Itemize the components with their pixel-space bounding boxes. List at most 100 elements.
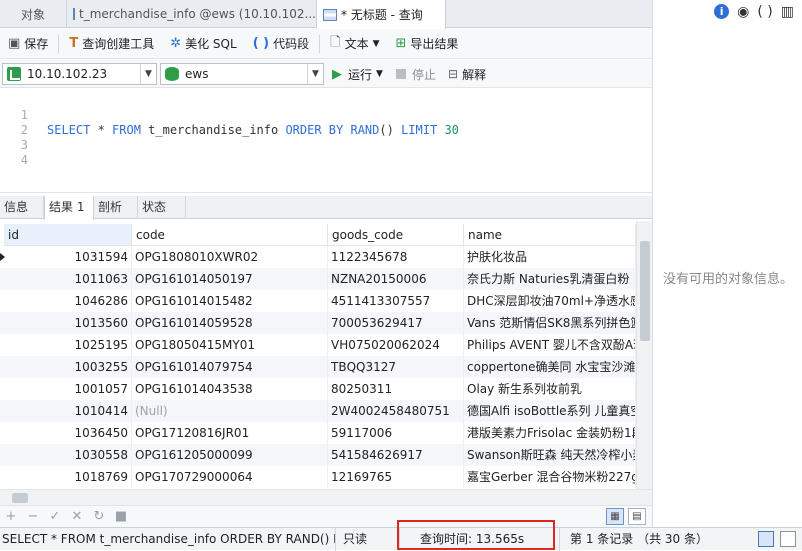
- table-row[interactable]: 1003255 OPG161014079754 TBQQ3127 coppertone…: [0, 356, 636, 378]
- tab-profile[interactable]: 剖析: [94, 196, 138, 219]
- sql-editor[interactable]: 1 SELECT * FROM t_merchandise_info ORDER…: [0, 89, 652, 193]
- beautify-sql-button[interactable]: ✲ 美化 SQL: [162, 35, 244, 52]
- cell-id[interactable]: 1046286: [4, 290, 132, 312]
- cell-code[interactable]: OPG161014059528: [132, 312, 328, 334]
- query-builder-button[interactable]: T 查询创建工具: [61, 35, 162, 52]
- stop-button[interactable]: 停止: [396, 63, 436, 85]
- cell-code[interactable]: OPG170729000064: [132, 466, 328, 488]
- add-record-icon[interactable]: +: [0, 509, 22, 524]
- panel-left-icon[interactable]: [758, 531, 774, 547]
- cell-id[interactable]: 1036450: [4, 422, 132, 444]
- cell-name[interactable]: 港版美素力Frisolac 金装奶粉1段: [464, 422, 636, 444]
- table-row[interactable]: 1018769 OPG170729000064 12169765 嘉宝Gerber 混…: [0, 466, 636, 488]
- tab-table-view[interactable]: t_merchandise_info @ews (10.10.102...: [66, 0, 316, 28]
- cell-goods-code[interactable]: 12169765: [328, 466, 464, 488]
- vertical-scrollbar[interactable]: [636, 221, 652, 489]
- cell-id[interactable]: 1030558: [4, 444, 132, 466]
- column-header-id[interactable]: id: [4, 224, 132, 246]
- result-grid: id code goods_code name 1031594 OPG180801…: [0, 221, 636, 489]
- column-header-name[interactable]: name: [464, 224, 636, 246]
- cell-name[interactable]: 护肤化妆品: [464, 246, 636, 268]
- refresh-icon[interactable]: ↻: [88, 509, 110, 524]
- tab-query[interactable]: * 无标题 - 查询: [316, 0, 446, 29]
- table-row[interactable]: 1025195 OPG18050415MY01 VH075020062024 Phil…: [0, 334, 636, 356]
- info-icon[interactable]: i: [714, 4, 730, 19]
- tab-result-1[interactable]: 结果 1: [44, 196, 94, 220]
- cell-goods-code[interactable]: 4511413307557: [328, 290, 464, 312]
- cell-name[interactable]: Philips AVENT 婴儿不含双酚A玻: [464, 334, 636, 356]
- layout-icon[interactable]: ▥: [781, 4, 794, 20]
- cell-goods-code[interactable]: 700053629417: [328, 312, 464, 334]
- text-button[interactable]: 🗋 文本 ▼: [322, 33, 387, 55]
- cell-name[interactable]: Vans 范斯情侣SK8黑系列拼色篮: [464, 312, 636, 334]
- cell-id[interactable]: 1018769: [4, 466, 132, 488]
- run-button[interactable]: ▶ 运行 ▼: [332, 63, 383, 85]
- cell-name[interactable]: 嘉宝Gerber 混合谷物米粉227g: [464, 466, 636, 488]
- tab-info[interactable]: 信息: [0, 196, 44, 219]
- horizontal-scroll-thumb[interactable]: [12, 493, 28, 503]
- cell-name[interactable]: 奈氏力斯 Naturies乳清蛋白粉: [464, 268, 636, 290]
- line-number: 4: [20, 153, 28, 167]
- cell-id[interactable]: 1003255: [4, 356, 132, 378]
- code-snippet-button[interactable]: ( ) 代码段: [245, 35, 317, 52]
- discard-icon[interactable]: ✕: [66, 509, 88, 524]
- highlight-annotation: [397, 520, 555, 550]
- panel-right-icon[interactable]: [780, 531, 796, 547]
- cell-code[interactable]: OPG17120816JR01: [132, 422, 328, 444]
- table-row[interactable]: 1030558 OPG161205000099 541584626917 Swanso…: [0, 444, 636, 466]
- export-results-button[interactable]: ⊞ 导出结果: [388, 35, 467, 52]
- cell-id[interactable]: 1031594: [4, 246, 132, 268]
- cell-code[interactable]: OPG161014050197: [132, 268, 328, 290]
- cell-id[interactable]: 1001057: [4, 378, 132, 400]
- cell-goods-code[interactable]: 1122345678: [328, 246, 464, 268]
- table-row[interactable]: 1001057 OPG161014043538 80250311 Olay 新生系列妆…: [0, 378, 636, 400]
- cell-name[interactable]: Swanson斯旺森 纯天然冷榨小麦: [464, 444, 636, 466]
- table-row[interactable]: 1013560 OPG161014059528 700053629417 Vans 范…: [0, 312, 636, 334]
- apply-icon[interactable]: ✓: [44, 509, 66, 524]
- cell-goods-code[interactable]: 2W4002458480751: [328, 400, 464, 422]
- cell-goods-code[interactable]: TBQQ3127: [328, 356, 464, 378]
- cell-code[interactable]: (Null): [132, 400, 328, 422]
- grid-view-icon[interactable]: ▦: [606, 508, 624, 525]
- cell-goods-code[interactable]: 80250311: [328, 378, 464, 400]
- column-header-goods-code[interactable]: goods_code: [328, 224, 464, 246]
- table-row[interactable]: 1046286 OPG161014015482 4511413307557 DHC深层…: [0, 290, 636, 312]
- cell-name[interactable]: coppertone确美同 水宝宝沙滩: [464, 356, 636, 378]
- cell-code[interactable]: OPG1808010XWR02: [132, 246, 328, 268]
- cell-id[interactable]: 1010414: [4, 400, 132, 422]
- cell-goods-code[interactable]: 59117006: [328, 422, 464, 444]
- cell-id[interactable]: 1013560: [4, 312, 132, 334]
- status-record-info: 第 1 条记录 （共 30 条）: [570, 532, 708, 546]
- table-row[interactable]: 1036450 OPG17120816JR01 59117006 港版美素力Friso…: [0, 422, 636, 444]
- save-button[interactable]: ▣ 保存: [0, 35, 56, 52]
- cell-goods-code[interactable]: 541584626917: [328, 444, 464, 466]
- delete-record-icon[interactable]: −: [22, 509, 44, 524]
- connection-select[interactable]: 10.10.102.23 ▼: [2, 63, 157, 85]
- horizontal-scrollbar[interactable]: [0, 489, 652, 505]
- tab-objects[interactable]: 对象: [0, 0, 66, 28]
- cell-name[interactable]: 德国Alfi isoBottle系列 儿童真空: [464, 400, 636, 422]
- table-row[interactable]: 1010414 (Null) 2W4002458480751 德国Alfi isoBo…: [0, 400, 636, 422]
- cell-code[interactable]: OPG161205000099: [132, 444, 328, 466]
- cell-id[interactable]: 1011063: [4, 268, 132, 290]
- cell-name[interactable]: DHC深层卸妆油70ml+净透水感: [464, 290, 636, 312]
- form-view-icon[interactable]: ▤: [628, 508, 646, 525]
- cell-code[interactable]: OPG161014015482: [132, 290, 328, 312]
- cell-code[interactable]: OPG18050415MY01: [132, 334, 328, 356]
- ddl-icon[interactable]: ( ): [757, 4, 772, 20]
- cell-id[interactable]: 1025195: [4, 334, 132, 356]
- cell-name[interactable]: Olay 新生系列妆前乳: [464, 378, 636, 400]
- vertical-scroll-thumb[interactable]: [640, 241, 650, 341]
- cell-goods-code[interactable]: VH075020062024: [328, 334, 464, 356]
- eye-icon[interactable]: ◉: [737, 4, 749, 20]
- column-header-code[interactable]: code: [132, 224, 328, 246]
- database-select[interactable]: ews ▼: [160, 63, 324, 85]
- table-row[interactable]: 1031594 OPG1808010XWR02 1122345678 护肤化妆品: [0, 246, 636, 268]
- table-row[interactable]: 1011063 OPG161014050197 NZNA20150006 奈氏力斯 N…: [0, 268, 636, 290]
- cell-goods-code[interactable]: NZNA20150006: [328, 268, 464, 290]
- cell-code[interactable]: OPG161014079754: [132, 356, 328, 378]
- cell-code[interactable]: OPG161014043538: [132, 378, 328, 400]
- explain-button[interactable]: ⊟ 解释: [448, 63, 486, 85]
- stop-icon[interactable]: ■: [110, 509, 132, 524]
- tab-status[interactable]: 状态: [138, 196, 186, 219]
